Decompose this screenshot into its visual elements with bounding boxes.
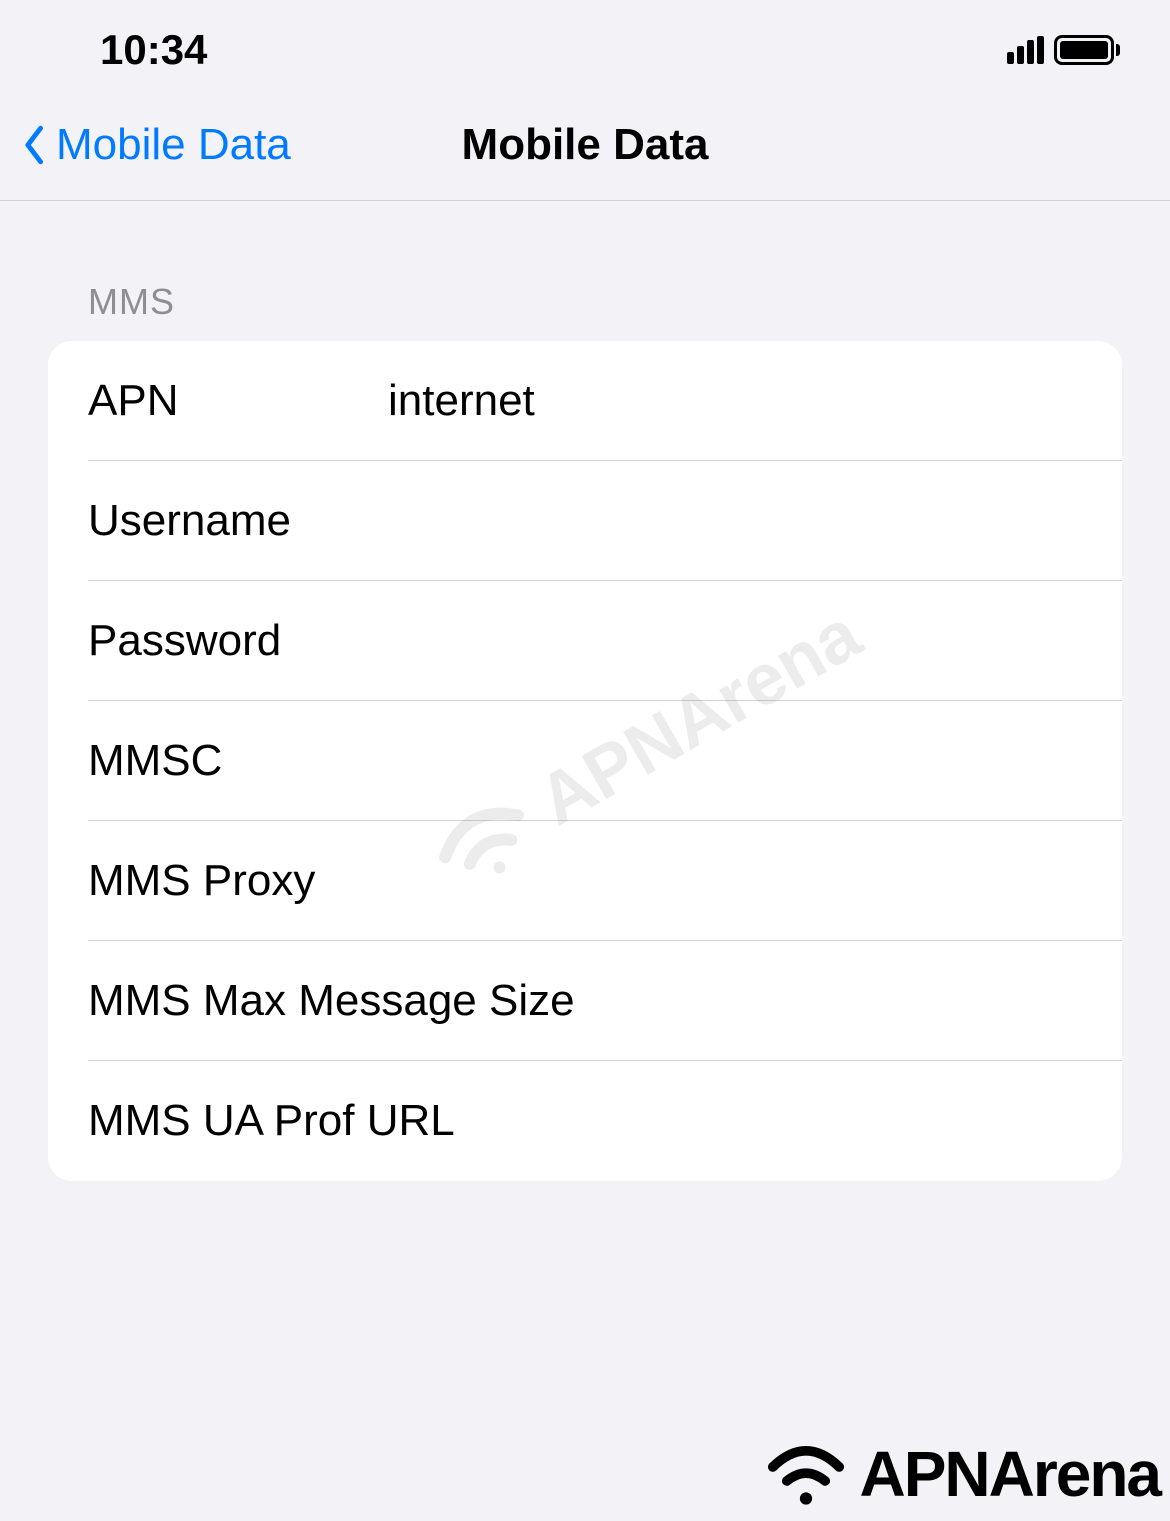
mms-proxy-input[interactable]: [388, 856, 1082, 906]
settings-group-mms: APN Username Password MMSC MMS Proxy MMS…: [48, 341, 1122, 1181]
page-title: Mobile Data: [462, 120, 709, 170]
row-label: MMSC: [88, 736, 388, 786]
chevron-left-icon: [20, 125, 50, 165]
apn-input[interactable]: [388, 376, 1082, 426]
row-mms-proxy[interactable]: MMS Proxy: [48, 821, 1122, 941]
row-username[interactable]: Username: [48, 461, 1122, 581]
status-bar: 10:34: [0, 0, 1170, 90]
watermark-bottom: APNArena: [761, 1437, 1160, 1511]
content-area: MMS APN Username Password MMSC MMS Proxy…: [0, 201, 1170, 1181]
back-button[interactable]: Mobile Data: [20, 120, 291, 170]
section-header-mms: MMS: [48, 281, 1122, 341]
row-mms-ua-prof-url[interactable]: MMS UA Prof URL: [48, 1061, 1122, 1181]
row-password[interactable]: Password: [48, 581, 1122, 701]
mmsc-input[interactable]: [388, 736, 1082, 786]
row-mms-max-size[interactable]: MMS Max Message Size: [48, 941, 1122, 1061]
row-apn[interactable]: APN: [48, 341, 1122, 461]
mms-max-size-input[interactable]: [575, 976, 1122, 1026]
username-input[interactable]: [388, 496, 1082, 546]
row-label: Password: [88, 616, 388, 666]
row-label: Username: [88, 496, 388, 546]
password-input[interactable]: [388, 616, 1082, 666]
navigation-bar: Mobile Data Mobile Data: [0, 90, 1170, 201]
wifi-icon: [761, 1439, 851, 1509]
row-label: MMS UA Prof URL: [88, 1096, 455, 1146]
row-label: MMS Max Message Size: [88, 976, 575, 1026]
row-label: MMS Proxy: [88, 856, 388, 906]
cellular-signal-icon: [1007, 36, 1044, 64]
back-label: Mobile Data: [56, 120, 291, 170]
row-label: APN: [88, 376, 388, 426]
mms-ua-prof-url-input[interactable]: [455, 1096, 1082, 1146]
battery-icon: [1054, 35, 1120, 65]
status-indicators: [1007, 35, 1120, 65]
row-mmsc[interactable]: MMSC: [48, 701, 1122, 821]
watermark-text: APNArena: [859, 1437, 1160, 1511]
status-time: 10:34: [100, 26, 207, 74]
